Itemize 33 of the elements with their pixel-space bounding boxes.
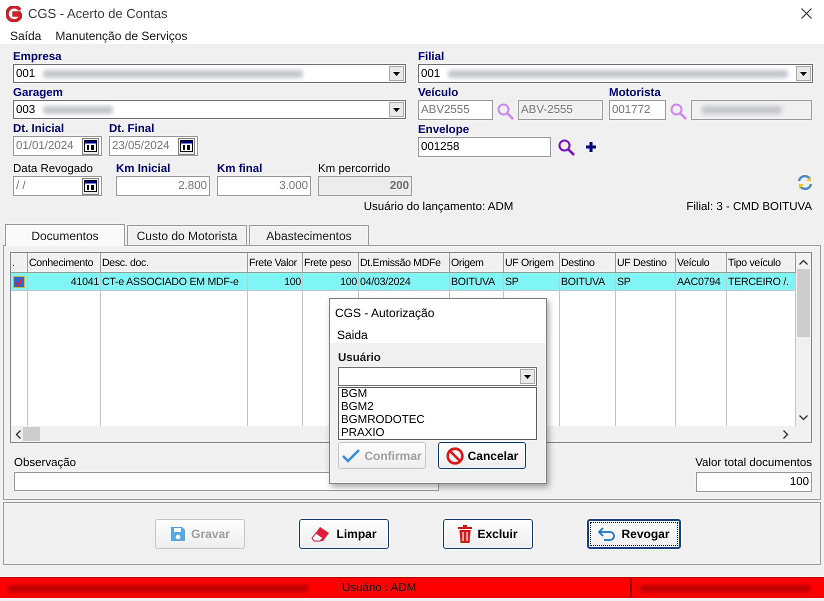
branch-text: Filial: 3 - CMD BOITUVA bbox=[686, 201, 812, 213]
status-user-text: Usuário : ADM bbox=[342, 582, 416, 594]
field-label: Motorista bbox=[609, 86, 662, 100]
table-cell: AAC0794 bbox=[676, 273, 727, 291]
readonly-field: 200 bbox=[318, 176, 412, 196]
table-cell: 100 bbox=[248, 273, 303, 291]
field-label: Dt. Final bbox=[109, 122, 156, 136]
field-label: Observação bbox=[14, 456, 78, 470]
table-cell: 41041 bbox=[28, 273, 101, 291]
field-label: Km final bbox=[217, 162, 264, 176]
table-cell: CT-e ASSOCIADO EM MDF-e bbox=[101, 273, 248, 291]
readonly-field: ABV-2555 bbox=[518, 100, 603, 120]
field-label: Usuário bbox=[338, 351, 382, 365]
window-title: CGS - Acerto de Contas bbox=[28, 6, 168, 21]
table-cell: 100 bbox=[303, 273, 359, 291]
field-label: Km Inicial bbox=[116, 162, 172, 176]
field-label: Dt. Inicial bbox=[13, 122, 66, 136]
field-label: Filial bbox=[418, 50, 446, 64]
total-field: 100 bbox=[696, 472, 812, 492]
field-label: Km percorrido bbox=[318, 162, 392, 176]
field-label: Envelope bbox=[418, 123, 470, 137]
table-cell: BOITUVA bbox=[450, 273, 504, 291]
field-label: Valor total documentos bbox=[695, 456, 812, 470]
field-label: Data Revogado bbox=[13, 162, 94, 176]
field-label: Empresa bbox=[13, 50, 63, 64]
table-cell: BOITUVA bbox=[560, 273, 616, 291]
dialog-title: CGS - Autorização bbox=[330, 299, 546, 326]
launch-user-text: Usuário do lançamento: ADM bbox=[364, 201, 514, 213]
table-cell: 04/03/2024 bbox=[359, 273, 450, 291]
table-cell: SP bbox=[616, 273, 676, 291]
field-label: Veículo bbox=[418, 86, 460, 100]
field-label: Garagem bbox=[13, 86, 64, 100]
table-cell: SP bbox=[504, 273, 560, 291]
